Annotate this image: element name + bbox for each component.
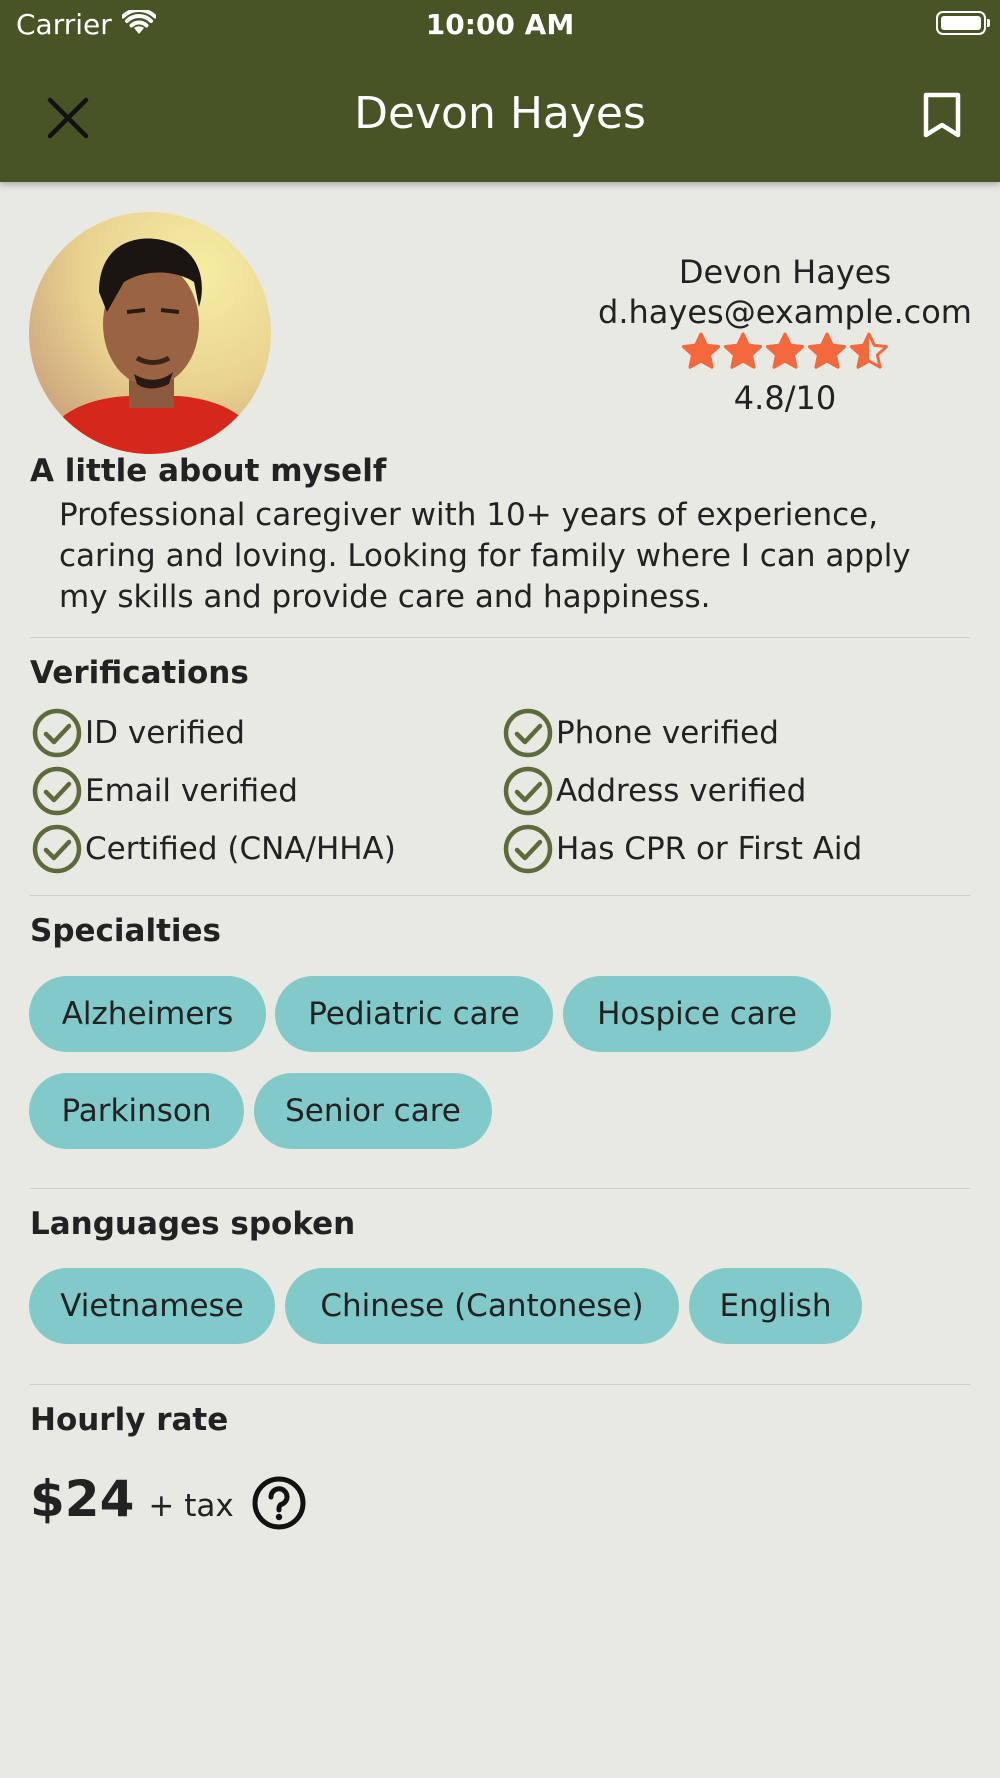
chip-specialty[interactable]: Senior care [254,1073,492,1149]
star-icon [766,332,804,369]
check-circle-icon [503,824,553,874]
about-title: A little about myself [30,453,387,489]
divider [30,895,970,896]
check-circle-icon [32,824,82,874]
about-line: Professional caregiver with 10+ years of… [59,497,879,533]
status-bar: Carrier 10:00 AM [0,0,1000,50]
rating-text: 4.8/10 [733,379,837,417]
battery-icon [936,11,990,35]
verifications-title: Verifications [30,655,249,691]
languages-title: Languages spoken [30,1206,356,1242]
chip-specialty[interactable]: Hospice care [563,976,831,1052]
rate-amount: $24 [30,1470,135,1528]
star-icon [850,332,888,369]
bookmark-icon[interactable] [922,92,962,138]
star-icon [724,332,762,369]
chip-language[interactable]: English [689,1268,862,1344]
verification-item: ID verified [31,707,245,759]
divider [30,1188,970,1189]
check-circle-icon [32,766,82,816]
verification-item: Has CPR or First Aid [502,823,862,875]
star-icon [808,332,846,369]
about-line: my skills and provide care and happiness… [59,579,711,615]
avatar [29,212,271,454]
app-header: Carrier 10:00 AM Devon Hayes [0,0,1000,182]
verification-item: Email verified [31,765,298,817]
star-icon [682,332,720,369]
rating-stars [681,332,889,370]
verification-label: Email verified [85,773,298,809]
verification-item: Certified (CNA/HHA) [31,823,396,875]
divider [30,637,970,638]
profile-identity: Devon Hayes d.hayes@example.com 4.8/10 [560,252,1000,417]
verification-label: Has CPR or First Aid [556,831,863,867]
verification-label: Address verified [556,773,807,809]
chip-specialty[interactable]: Pediatric care [275,976,553,1052]
check-circle-icon [503,766,553,816]
about-text: Professional caregiver with 10+ years of… [59,495,959,618]
verification-label: Certified (CNA/HHA) [85,831,396,867]
chip-specialty[interactable]: Alzheimers [29,976,266,1052]
specialties-title: Specialties [30,913,222,949]
verification-label: ID verified [85,715,245,751]
verification-item: Address verified [502,765,806,817]
status-time: 10:00 AM [425,8,575,41]
chip-language[interactable]: Chinese (Cantonese) [285,1268,679,1344]
divider [30,1384,970,1385]
about-line: caring and loving. Looking for family wh… [59,538,911,574]
chip-language[interactable]: Vietnamese [29,1268,275,1344]
check-circle-icon [32,708,82,758]
page-title: Devon Hayes [354,88,646,139]
hourly-rate-title: Hourly rate [30,1402,229,1438]
help-icon[interactable] [251,1475,307,1531]
verification-item: Phone verified [502,707,779,759]
verification-label: Phone verified [556,715,779,751]
chip-specialty[interactable]: Parkinson [29,1073,244,1149]
profile-email: d.hayes@example.com [598,293,972,331]
profile-name: Devon Hayes [678,253,892,291]
hourly-rate: $24 + tax [30,1470,234,1528]
rate-tax-label: + tax [148,1488,234,1524]
check-circle-icon [503,708,553,758]
